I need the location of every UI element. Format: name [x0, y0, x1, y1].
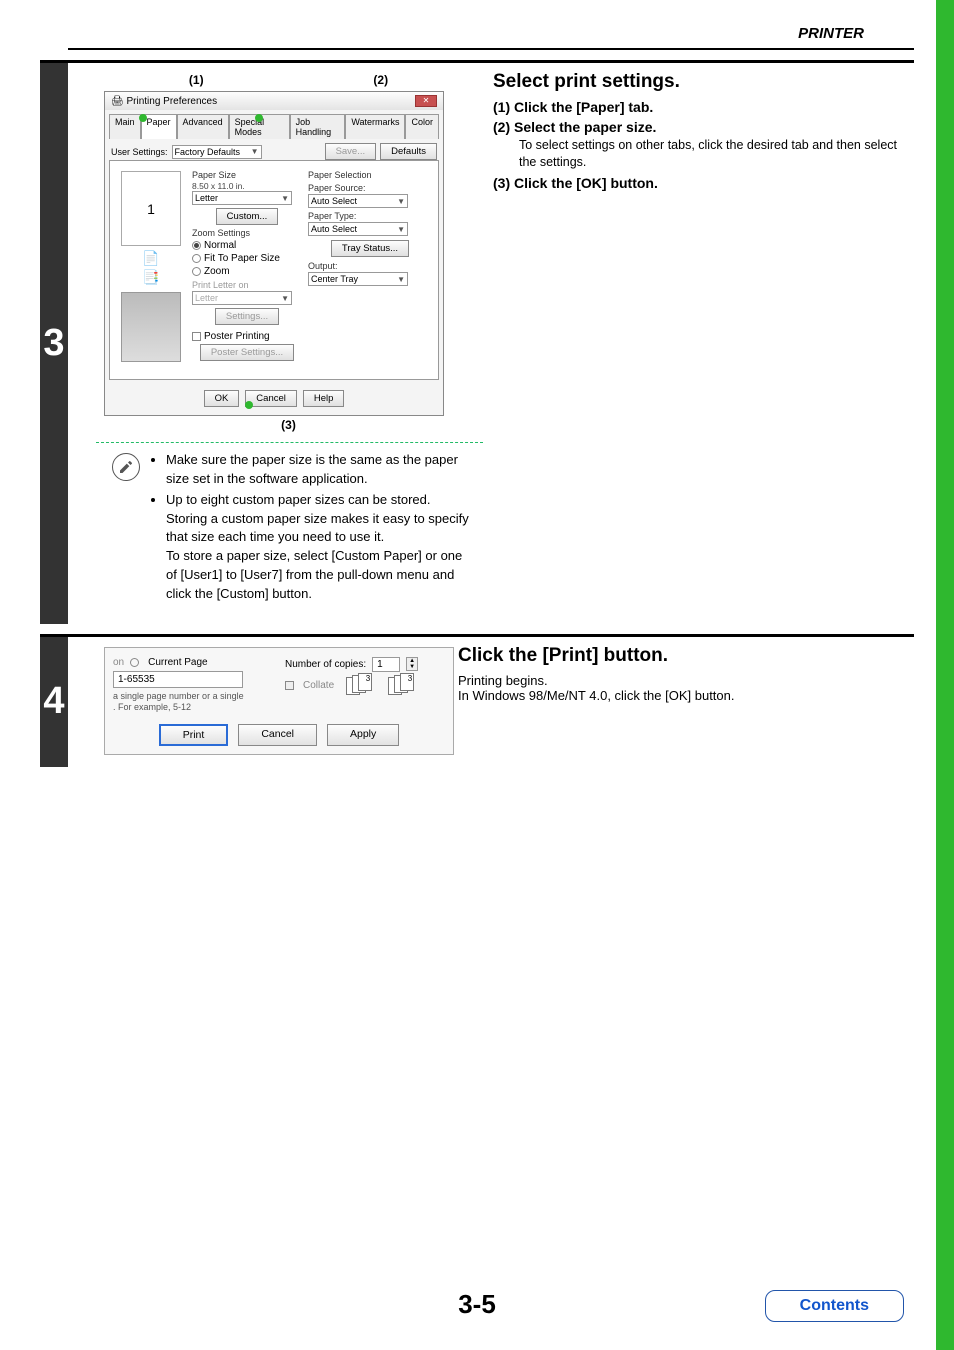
tab-watermarks[interactable]: Watermarks: [345, 114, 405, 139]
zoom-normal-radio[interactable]: [192, 241, 201, 250]
step4-line2: In Windows 98/Me/NT 4.0, click the [OK] …: [458, 688, 908, 703]
zoom-settings-label: Zoom Settings: [192, 228, 302, 238]
collate-icon-2: 1 2 3: [388, 675, 418, 697]
save-button[interactable]: Save...: [325, 143, 377, 160]
ok-button[interactable]: OK: [204, 390, 240, 407]
help-button[interactable]: Help: [303, 390, 345, 407]
paper-selection-label: Paper Selection: [308, 170, 432, 180]
paper-size-dim: 8.50 x 11.0 in.: [192, 181, 302, 191]
tab-color[interactable]: Color: [405, 114, 439, 139]
page-preview: 1: [121, 171, 181, 246]
pencil-note-icon: [112, 453, 140, 481]
user-settings-label: User Settings:: [111, 147, 168, 157]
step-4: 4 on Current Page 1-65535: [40, 634, 914, 767]
page-range-input[interactable]: 1-65535: [113, 671, 243, 688]
range-hint-2: . For example, 5-12: [113, 702, 191, 712]
settings-button: Settings...: [215, 308, 279, 325]
tab-job-handling[interactable]: Job Handling: [290, 114, 346, 139]
callout-1: (1): [189, 73, 204, 87]
step4-line1: Printing begins.: [458, 673, 908, 688]
print-on-label: Print Letter on: [192, 280, 302, 290]
zoom-fit-radio[interactable]: [192, 254, 201, 263]
contents-button[interactable]: Contents: [765, 1290, 904, 1322]
defaults-button[interactable]: Defaults: [380, 143, 437, 160]
output-select[interactable]: Center Tray▼: [308, 272, 408, 286]
step4-heading: Click the [Print] button.: [458, 645, 908, 667]
current-page-radio[interactable]: [130, 658, 139, 667]
note-block: Make sure the paper size is the same as …: [68, 451, 483, 616]
note-line-1: Make sure the paper size is the same as …: [166, 451, 473, 489]
instr-1: (1) Click the [Paper] tab.: [493, 99, 908, 115]
range-hint-1: a single page number or a single: [113, 691, 244, 701]
note-line-2a: Up to eight custom paper sizes can be st…: [166, 492, 469, 545]
instr-2: (2) Select the paper size.: [493, 119, 908, 135]
paper-size-label: Paper Size: [192, 170, 302, 180]
instr-3: (3) Click the [OK] button.: [493, 175, 908, 191]
step-number-3: 3: [40, 63, 68, 624]
paper-source-select[interactable]: Auto Select▼: [308, 194, 408, 208]
apply-button[interactable]: Apply: [327, 724, 399, 746]
cancel-button[interactable]: Cancel: [245, 390, 297, 407]
cancel-button-4[interactable]: Cancel: [238, 724, 317, 746]
step-3: 3 (1) (2) 🖨 Printing Preferences ✕: [40, 60, 914, 624]
poster-printing-checkbox[interactable]: [192, 332, 201, 341]
paper-type-select[interactable]: Auto Select▼: [308, 222, 408, 236]
custom-button[interactable]: Custom...: [216, 208, 279, 225]
printer-icon: [121, 292, 181, 362]
step3-heading: Select print settings.: [493, 71, 908, 93]
collate-label: Collate: [303, 680, 334, 691]
print-on-select: Letter▼: [192, 291, 292, 305]
collate-icon: 1 2 3: [346, 675, 376, 697]
on-label: on: [113, 657, 124, 668]
print-button[interactable]: Print: [159, 724, 229, 746]
copies-spinner[interactable]: ▲▼: [406, 657, 418, 671]
page-header: PRINTER: [68, 0, 914, 50]
collate-checkbox[interactable]: [285, 681, 294, 690]
paper-source-label: Paper Source:: [308, 183, 432, 193]
dialog-title: Printing Preferences: [126, 96, 217, 107]
tray-status-button[interactable]: Tray Status...: [331, 240, 409, 257]
instr-2-detail: To select settings on other tabs, click …: [519, 137, 908, 171]
print-dialog: on Current Page 1-65535 a single page nu…: [104, 647, 454, 755]
user-settings-select[interactable]: Factory Defaults▼: [172, 145, 262, 159]
printing-preferences-dialog: 🖨 Printing Preferences ✕ Main Paper Adva…: [104, 91, 444, 416]
poster-settings-button: Poster Settings...: [200, 344, 294, 361]
tab-main[interactable]: Main: [109, 114, 141, 139]
note-line-2b: To store a paper size, select [Custom Pa…: [166, 548, 462, 601]
callout-3: (3): [104, 418, 473, 432]
copies-input[interactable]: 1: [372, 657, 400, 672]
output-label: Output:: [308, 261, 432, 271]
tab-advanced[interactable]: Advanced: [177, 114, 229, 139]
paper-type-label: Paper Type:: [308, 211, 432, 221]
current-page-label: Current Page: [148, 657, 207, 668]
close-icon[interactable]: ✕: [415, 95, 437, 107]
zoom-zoom-radio[interactable]: [192, 267, 201, 276]
step-number-4: 4: [40, 637, 68, 767]
copies-label: Number of copies:: [285, 659, 366, 670]
header-title: PRINTER: [798, 25, 864, 42]
paper-size-select[interactable]: Letter▼: [192, 191, 292, 205]
callout-2: (2): [373, 73, 388, 87]
